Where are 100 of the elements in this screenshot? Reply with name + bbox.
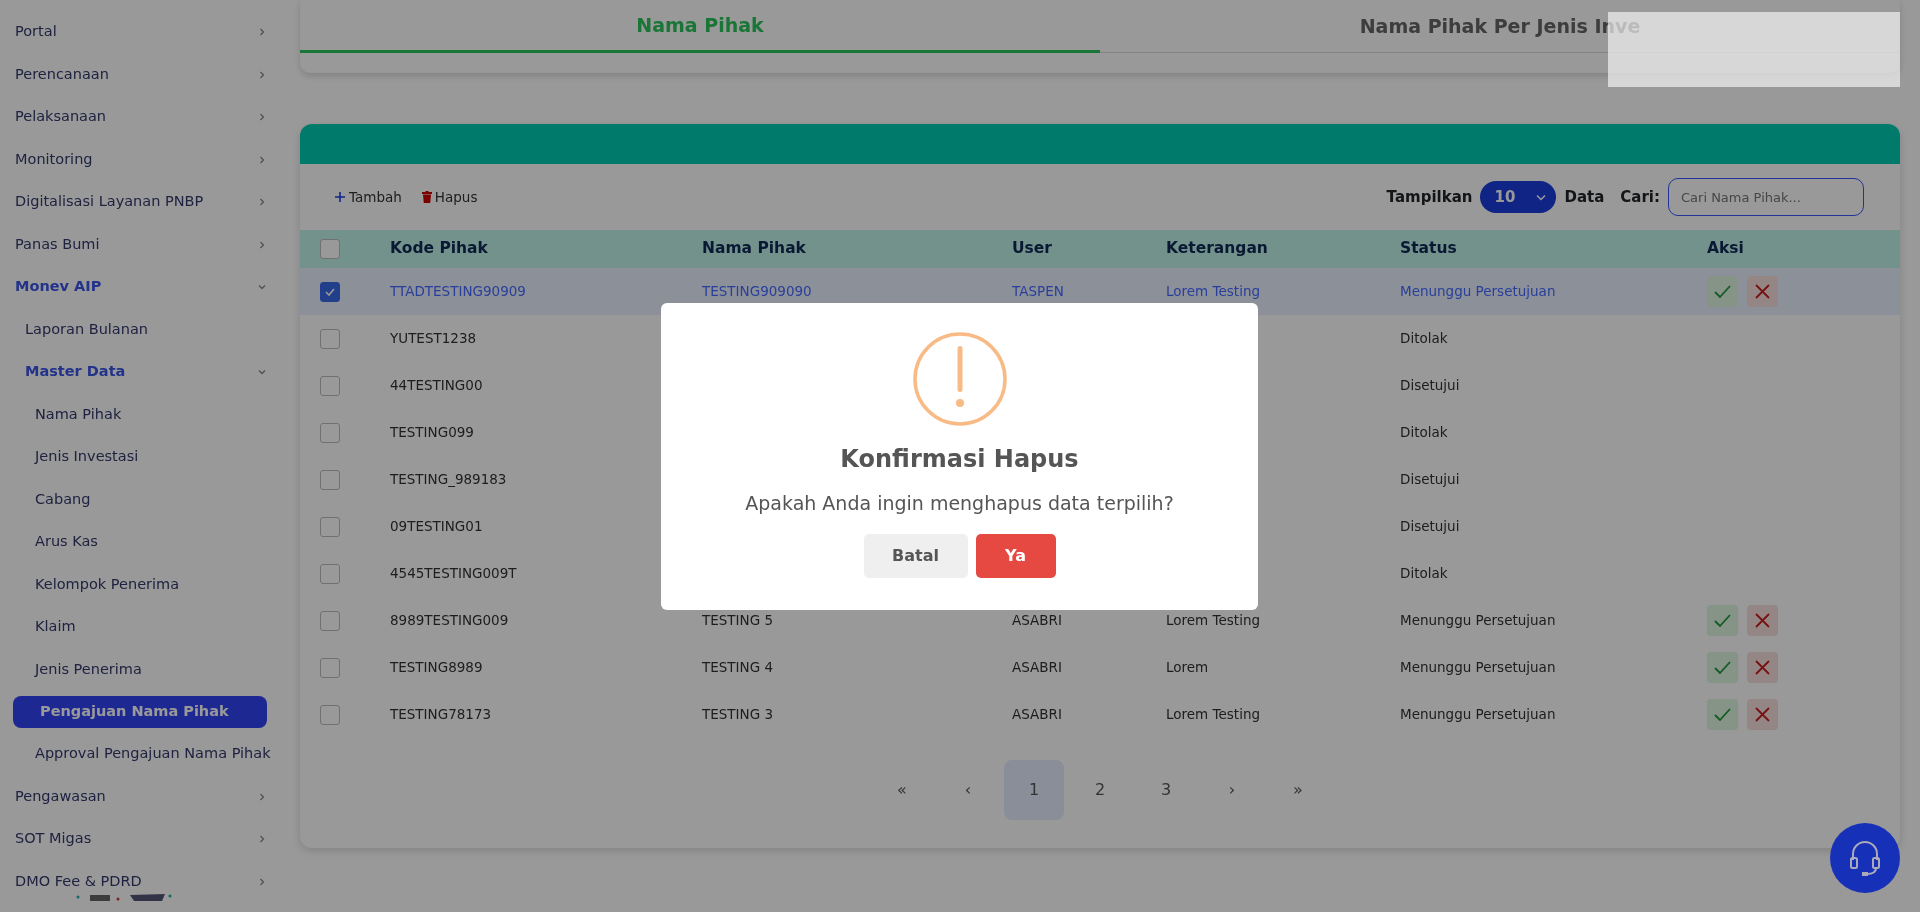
- delete-button[interactable]: Hapus: [421, 186, 478, 208]
- chevron-icon: [258, 155, 266, 164]
- data-label: Data: [1564, 186, 1605, 208]
- sidebar-item[interactable]: Laporan Bulanan: [0, 308, 280, 351]
- check-icon: [1713, 283, 1732, 300]
- table-cell: TESTING8989: [390, 659, 483, 676]
- approve-button[interactable]: [1707, 652, 1738, 683]
- chevron-icon: [258, 877, 266, 886]
- sidebar-item[interactable]: DMO Fee & PDRD: [0, 860, 280, 903]
- chevron-icon: [258, 198, 266, 207]
- reject-button[interactable]: [1747, 605, 1778, 636]
- page-size-select[interactable]: 10: [1480, 181, 1557, 213]
- table-cell: TASPEN: [1012, 283, 1064, 300]
- sidebar-item[interactable]: Pelaksanaan: [0, 96, 280, 139]
- chevron-icon: [258, 240, 266, 249]
- check-icon: [1713, 659, 1732, 676]
- approve-button[interactable]: [1707, 699, 1738, 730]
- page-button[interactable]: »: [1268, 760, 1328, 820]
- page-button[interactable]: «: [872, 760, 932, 820]
- reject-button[interactable]: [1747, 276, 1778, 307]
- checkbox[interactable]: [320, 704, 340, 725]
- add-button[interactable]: Tambah: [334, 186, 402, 208]
- table-cell: TESTING 4: [702, 659, 773, 676]
- table-cell: TESTING_989183: [390, 471, 507, 488]
- table-cell: Lorem Testing: [1166, 706, 1260, 723]
- table-cell: Lorem Testing: [1166, 612, 1260, 629]
- chevron-icon: [258, 28, 266, 37]
- sidebar-item[interactable]: Pengajuan Nama Pihak: [13, 696, 267, 728]
- table-cell: ASABRI: [1012, 706, 1062, 723]
- reject-button[interactable]: [1747, 699, 1778, 730]
- approve-button[interactable]: [1707, 276, 1738, 307]
- table-cell: TESTING 3: [702, 706, 773, 723]
- table-cell: TTADTESTING90909: [390, 283, 526, 300]
- table-cell: Menunggu Persetujuan: [1400, 659, 1556, 676]
- sidebar-item[interactable]: Klaim: [0, 606, 280, 649]
- search-label: Cari:: [1620, 186, 1660, 208]
- table-cell: TESTING 5: [702, 612, 773, 629]
- table-cell: Lorem: [1166, 659, 1209, 676]
- checkbox[interactable]: [320, 281, 340, 302]
- page-button[interactable]: ‹: [938, 760, 998, 820]
- table-cell: ASABRI: [1012, 612, 1062, 629]
- page-button[interactable]: 2: [1070, 760, 1130, 820]
- close-icon: [1754, 659, 1771, 676]
- sidebar-item[interactable]: Panas Bumi: [0, 223, 280, 266]
- sidebar-item[interactable]: Master Data: [0, 351, 280, 394]
- checkbox[interactable]: [320, 657, 340, 678]
- column-header: Nama Pihak: [702, 239, 806, 258]
- table-cell: Disetujui: [1400, 377, 1460, 394]
- sidebar-item[interactable]: Nama Pihak: [0, 393, 280, 436]
- sidebar-item[interactable]: Approval Pengajuan Nama Pihak: [0, 733, 280, 776]
- confirm-button[interactable]: Ya: [975, 533, 1056, 578]
- sidebar-item[interactable]: Digitalisasi Layanan PNBP: [0, 181, 280, 224]
- checkbox[interactable]: [320, 469, 340, 490]
- checkbox[interactable]: [320, 563, 340, 584]
- sidebar-item[interactable]: Arus Kas: [0, 521, 280, 564]
- checkbox[interactable]: [320, 328, 340, 349]
- sidebar-item[interactable]: Pengawasan: [0, 775, 280, 818]
- sidebar-item[interactable]: Jenis Penerima: [0, 648, 280, 691]
- approve-button[interactable]: [1707, 605, 1738, 636]
- dialog-message: Apakah Anda ingin menghapus data terpilih?: [745, 491, 1174, 516]
- reject-button[interactable]: [1747, 652, 1778, 683]
- table-cell: ASABRI: [1012, 659, 1062, 676]
- checkbox[interactable]: [320, 422, 340, 443]
- page-button[interactable]: 3: [1136, 760, 1196, 820]
- checkbox[interactable]: [320, 375, 340, 396]
- page-button[interactable]: 1: [1004, 760, 1064, 820]
- cancel-button[interactable]: Batal: [863, 533, 968, 578]
- sidebar-item[interactable]: Kelompok Penerima: [0, 563, 280, 606]
- close-icon: [1754, 706, 1771, 723]
- table-cell: YUTEST1238: [390, 330, 477, 347]
- sidebar-item[interactable]: Portal: [0, 11, 280, 54]
- search-field[interactable]: Cari Nama Pihak...: [1668, 178, 1864, 216]
- checkbox[interactable]: [320, 516, 340, 537]
- chevron-icon: [258, 283, 266, 292]
- sidebar-item[interactable]: Monitoring: [0, 138, 280, 181]
- checkbox[interactable]: [320, 239, 340, 259]
- sidebar-item[interactable]: SOT Migas: [0, 818, 280, 861]
- table-cell: TESTING909090: [702, 283, 812, 300]
- column-header: Kode Pihak: [390, 239, 488, 258]
- sidebar-item[interactable]: Monev AIP: [0, 266, 280, 309]
- column-header: Status: [1400, 239, 1457, 258]
- column-header: Keterangan: [1166, 239, 1268, 258]
- caret-icon: [1536, 193, 1547, 201]
- check-icon: [1713, 612, 1732, 629]
- table-cell: 09TESTING01: [390, 518, 483, 535]
- table-cell: 4545TESTING009T: [390, 565, 517, 582]
- table-cell: Ditolak: [1400, 424, 1448, 441]
- plus-icon: [334, 191, 346, 203]
- sidebar-item[interactable]: Jenis Investasi: [0, 436, 280, 479]
- table-cell: Menunggu Persetujuan: [1400, 612, 1556, 629]
- page-button[interactable]: ›: [1202, 760, 1262, 820]
- chevron-icon: [258, 113, 266, 122]
- check-icon: [1713, 706, 1732, 723]
- table-cell: Ditolak: [1400, 565, 1448, 582]
- trash-icon: [421, 191, 432, 203]
- checkbox[interactable]: [320, 610, 340, 631]
- sidebar-item[interactable]: Perencanaan: [0, 53, 280, 96]
- sidebar-item[interactable]: Cabang: [0, 478, 280, 521]
- table-cell: 8989TESTING009: [390, 612, 509, 629]
- table-cell: Disetujui: [1400, 471, 1460, 488]
